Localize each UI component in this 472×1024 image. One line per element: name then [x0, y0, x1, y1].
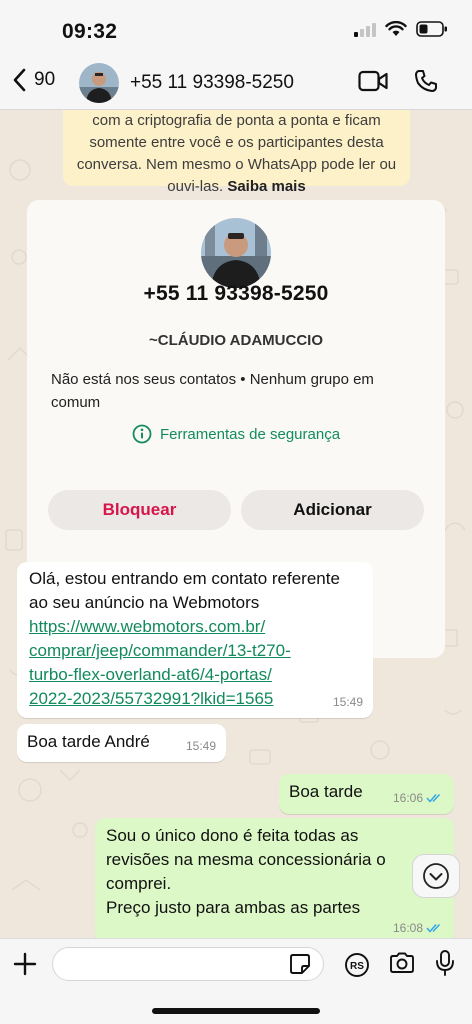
card-contact-info: Não está nos seus contatos • Nenhum grup… — [51, 371, 374, 411]
message-link-line: comprar/jeep/commander/13-t270- — [29, 641, 291, 660]
message-bubble-outgoing[interactable]: Sou o único dono é feita todas as revisõ… — [95, 818, 454, 938]
contact-avatar[interactable] — [79, 63, 119, 103]
status-time: 09:32 — [62, 20, 118, 43]
status-bar: 09:32 — [0, 0, 472, 58]
message-bubble-outgoing[interactable]: Boa tarde 16:06 — [279, 774, 454, 814]
battery-icon — [416, 21, 447, 37]
info-circle-icon — [132, 424, 152, 444]
message-time: 15:49 — [332, 695, 363, 709]
block-button[interactable]: Bloquear — [48, 490, 231, 530]
chat-header: 90 +55 11 93398-5250 — [0, 58, 472, 110]
message-text: Boa tarde André — [27, 732, 150, 751]
microphone-icon — [436, 950, 454, 976]
chevron-down-icon — [423, 863, 449, 889]
payment-button[interactable]: RS — [344, 952, 370, 983]
message-link[interactable]: https://www.webmotors.com.br/ comprar/je… — [29, 615, 361, 711]
message-time: 15:49 — [185, 739, 216, 753]
message-text: Olá, estou entrando em contato referente… — [29, 569, 340, 612]
learn-more-link[interactable]: Saiba mais — [227, 178, 305, 195]
card-contact-name: ~CLÁUDIO ADAMUCCIO — [148, 332, 324, 349]
read-ticks-icon — [426, 923, 441, 933]
voice-message-button[interactable] — [434, 949, 456, 982]
message-line: Sou o único dono é feita todas as — [106, 826, 359, 845]
back-button[interactable]: 90 — [12, 68, 55, 92]
message-meta: 16:08 — [393, 916, 444, 938]
message-bubble-incoming[interactable]: Boa tarde André 15:49 — [17, 724, 226, 762]
message-link-line: 2022-2023/55732991?lkid=1565 — [29, 689, 274, 708]
encryption-notice[interactable]: com a criptografia de ponta a ponta e fi… — [63, 110, 410, 195]
read-ticks-icon — [426, 793, 441, 803]
home-indicator — [152, 1008, 320, 1014]
cellular-signal-icon — [354, 21, 376, 37]
add-contact-button[interactable]: Adicionar — [241, 490, 424, 530]
safety-tools-link[interactable]: Ferramentas de segurança — [27, 424, 445, 444]
plus-icon — [13, 952, 37, 976]
phone-icon — [415, 70, 437, 92]
card-phone-number: +55 11 93398-5250 — [143, 282, 329, 305]
message-link-line: https://www.webmotors.com.br/ — [29, 617, 266, 636]
chat-title[interactable]: +55 11 93398-5250 — [130, 72, 294, 94]
currency-label: RS — [350, 961, 364, 972]
camera-button[interactable] — [388, 951, 416, 980]
wifi-icon — [385, 21, 407, 36]
sticker-icon — [290, 954, 310, 974]
message-meta: 16:06 — [393, 786, 444, 810]
scroll-to-bottom-button[interactable] — [412, 854, 460, 898]
status-icons — [354, 21, 448, 37]
video-camera-icon — [358, 70, 388, 92]
message-line: comprei. — [106, 874, 172, 893]
sticker-button[interactable] — [289, 953, 311, 980]
message-line: revisões na mesma concessionária o — [106, 850, 386, 869]
message-input[interactable] — [52, 947, 324, 981]
unread-count: 90 — [34, 69, 56, 90]
chat-area[interactable]: com a criptografia de ponta a ponta e fi… — [0, 110, 472, 938]
chevron-left-icon — [13, 68, 26, 92]
message-bubble-incoming[interactable]: Olá, estou entrando em contato referente… — [17, 562, 373, 718]
currency-icon: RS — [345, 953, 369, 977]
video-call-button[interactable] — [358, 70, 388, 97]
camera-icon — [390, 952, 414, 973]
message-time: 16:06 — [392, 791, 423, 805]
safety-tools-label: Ferramentas de segurança — [159, 425, 341, 443]
voice-call-button[interactable] — [414, 69, 438, 98]
message-time: 16:08 — [392, 921, 423, 935]
attach-button[interactable] — [12, 951, 38, 982]
card-avatar[interactable] — [201, 218, 271, 288]
message-link-line: turbo-flex-overland-at6/4-portas/ — [29, 665, 272, 684]
message-text: Boa tarde — [289, 782, 363, 801]
